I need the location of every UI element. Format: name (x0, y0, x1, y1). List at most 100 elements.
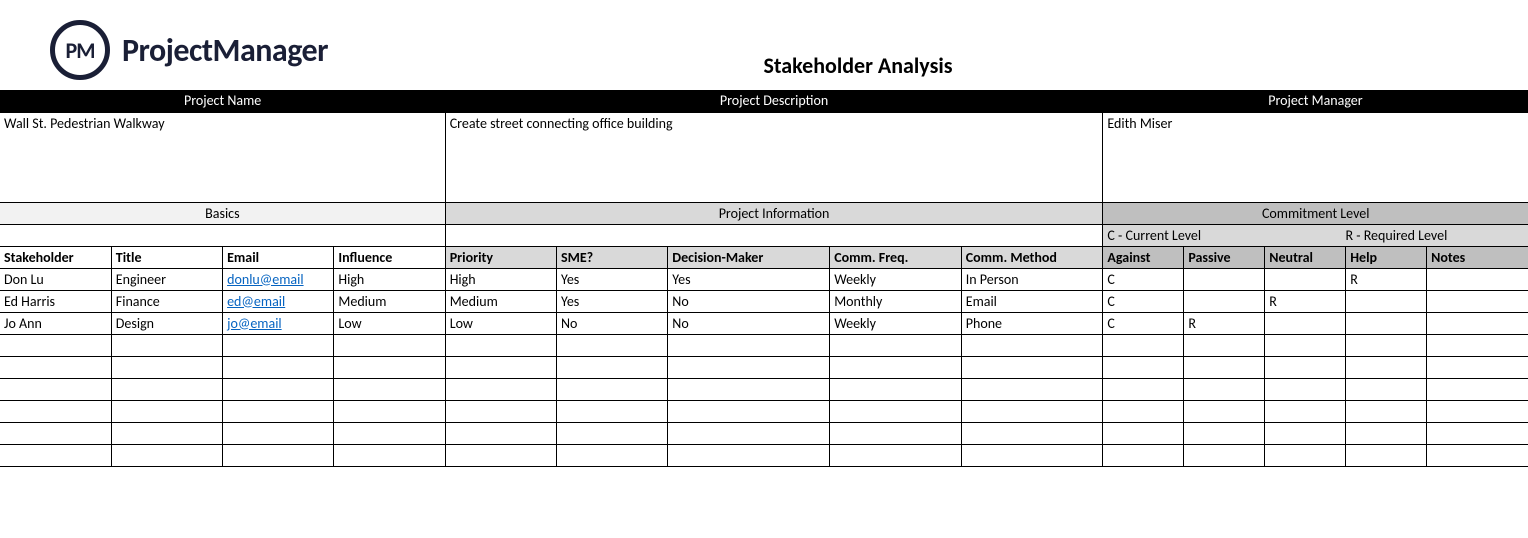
cell-neutral[interactable] (1265, 400, 1346, 422)
cell-against[interactable] (1103, 356, 1184, 378)
cell-priority[interactable] (445, 444, 556, 466)
cell-notes[interactable] (1427, 268, 1528, 290)
cell-notes[interactable] (1427, 378, 1528, 400)
cell-influence[interactable] (334, 422, 445, 444)
cell-stakeholder[interactable] (0, 356, 111, 378)
email-link[interactable]: donlu@email (227, 271, 303, 288)
cell-decision[interactable] (668, 334, 830, 356)
cell-help[interactable] (1346, 378, 1427, 400)
cell-priority[interactable] (445, 422, 556, 444)
cell-against[interactable]: C (1103, 268, 1184, 290)
cell-title[interactable] (111, 444, 222, 466)
cell-email[interactable]: donlu@email (223, 268, 334, 290)
cell-title[interactable]: Finance (111, 290, 222, 312)
cell-passive[interactable] (1184, 356, 1265, 378)
cell-freq[interactable]: Weekly (830, 268, 962, 290)
cell-passive[interactable] (1184, 400, 1265, 422)
cell-help[interactable] (1346, 444, 1427, 466)
cell-priority[interactable] (445, 378, 556, 400)
cell-notes[interactable] (1427, 400, 1528, 422)
cell-against[interactable] (1103, 334, 1184, 356)
cell-priority[interactable]: Medium (445, 290, 556, 312)
cell-email[interactable] (223, 334, 334, 356)
cell-priority[interactable] (445, 356, 556, 378)
cell-title[interactable] (111, 400, 222, 422)
cell-sme[interactable] (557, 334, 668, 356)
cell-method[interactable]: Phone (961, 312, 1103, 334)
cell-title[interactable] (111, 356, 222, 378)
cell-priority[interactable]: High (445, 268, 556, 290)
email-link[interactable]: ed@email (227, 293, 285, 310)
cell-stakeholder[interactable]: Don Lu (0, 268, 111, 290)
email-link[interactable]: jo@email (227, 315, 282, 332)
cell-sme[interactable] (557, 378, 668, 400)
cell-help[interactable] (1346, 312, 1427, 334)
cell-notes[interactable] (1427, 422, 1528, 444)
cell-against[interactable] (1103, 444, 1184, 466)
cell-sme[interactable] (557, 422, 668, 444)
cell-help[interactable]: R (1346, 268, 1427, 290)
cell-influence[interactable]: High (334, 268, 445, 290)
cell-passive[interactable] (1184, 378, 1265, 400)
cell-neutral[interactable] (1265, 378, 1346, 400)
cell-email[interactable] (223, 444, 334, 466)
cell-decision[interactable] (668, 378, 830, 400)
cell-against[interactable] (1103, 378, 1184, 400)
cell-notes[interactable] (1427, 312, 1528, 334)
cell-neutral[interactable]: R (1265, 290, 1346, 312)
cell-passive[interactable] (1184, 444, 1265, 466)
cell-method[interactable] (961, 422, 1103, 444)
cell-stakeholder[interactable] (0, 422, 111, 444)
cell-against[interactable] (1103, 422, 1184, 444)
cell-decision[interactable]: No (668, 312, 830, 334)
cell-notes[interactable] (1427, 334, 1528, 356)
cell-decision[interactable] (668, 356, 830, 378)
cell-email[interactable] (223, 356, 334, 378)
cell-decision[interactable] (668, 422, 830, 444)
cell-decision[interactable] (668, 444, 830, 466)
cell-sme[interactable] (557, 444, 668, 466)
cell-method[interactable] (961, 356, 1103, 378)
cell-help[interactable] (1346, 422, 1427, 444)
cell-freq[interactable] (830, 334, 962, 356)
cell-title[interactable]: Design (111, 312, 222, 334)
cell-sme[interactable]: Yes (557, 290, 668, 312)
cell-sme[interactable] (557, 400, 668, 422)
cell-neutral[interactable] (1265, 312, 1346, 334)
cell-neutral[interactable] (1265, 334, 1346, 356)
cell-passive[interactable]: R (1184, 312, 1265, 334)
cell-title[interactable] (111, 378, 222, 400)
cell-influence[interactable] (334, 334, 445, 356)
cell-notes[interactable] (1427, 356, 1528, 378)
meta-value-project-name[interactable]: Wall St. Pedestrian Walkway (0, 112, 445, 202)
cell-neutral[interactable] (1265, 444, 1346, 466)
cell-stakeholder[interactable] (0, 400, 111, 422)
cell-stakeholder[interactable]: Jo Ann (0, 312, 111, 334)
cell-title[interactable] (111, 422, 222, 444)
cell-stakeholder[interactable] (0, 378, 111, 400)
cell-method[interactable] (961, 444, 1103, 466)
cell-help[interactable] (1346, 334, 1427, 356)
cell-notes[interactable] (1427, 444, 1528, 466)
cell-neutral[interactable] (1265, 356, 1346, 378)
meta-value-project-description[interactable]: Create street connecting office building (445, 112, 1103, 202)
cell-freq[interactable]: Weekly (830, 312, 962, 334)
cell-freq[interactable] (830, 444, 962, 466)
cell-help[interactable] (1346, 356, 1427, 378)
cell-influence[interactable]: Medium (334, 290, 445, 312)
cell-sme[interactable]: Yes (557, 268, 668, 290)
cell-decision[interactable]: No (668, 290, 830, 312)
cell-email[interactable]: ed@email (223, 290, 334, 312)
meta-value-project-manager[interactable]: Edith Miser (1103, 112, 1528, 202)
cell-method[interactable]: Email (961, 290, 1103, 312)
cell-email[interactable]: jo@email (223, 312, 334, 334)
cell-freq[interactable] (830, 400, 962, 422)
cell-email[interactable] (223, 378, 334, 400)
cell-priority[interactable]: Low (445, 312, 556, 334)
cell-sme[interactable] (557, 356, 668, 378)
cell-stakeholder[interactable] (0, 334, 111, 356)
cell-email[interactable] (223, 400, 334, 422)
cell-against[interactable] (1103, 400, 1184, 422)
cell-passive[interactable] (1184, 268, 1265, 290)
cell-freq[interactable] (830, 356, 962, 378)
